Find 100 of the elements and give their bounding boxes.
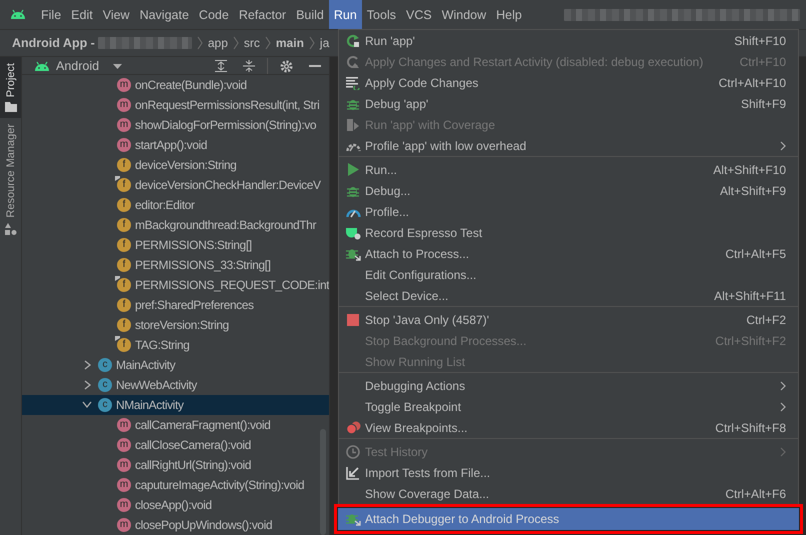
menu-bar-item[interactable]: Refactor bbox=[234, 0, 292, 29]
method-icon: m bbox=[117, 118, 131, 132]
shortcut-label: Ctrl+Shift+F8 bbox=[715, 420, 786, 434]
shortcut-label: Alt+Shift+F11 bbox=[714, 288, 786, 302]
bug-arrow-icon bbox=[346, 512, 360, 526]
menu-item[interactable]: Stop 'Java Only (4587)' Ctrl+F2 bbox=[339, 309, 798, 330]
android-icon bbox=[10, 9, 26, 20]
menu-bar-item[interactable]: Help bbox=[491, 0, 527, 29]
method-icon: m bbox=[117, 478, 131, 492]
tree-item-label: startApp():void bbox=[135, 138, 208, 152]
breadcrumb-item[interactable]: app bbox=[208, 36, 228, 50]
tree-item-label: callRightUrl(String):void bbox=[135, 458, 252, 472]
chevron-icon bbox=[264, 36, 271, 50]
menu-bar-item[interactable]: Tools bbox=[362, 0, 401, 29]
play-icon bbox=[347, 163, 359, 176]
stop-icon bbox=[347, 314, 359, 326]
field-icon: f bbox=[117, 318, 131, 332]
collapse-all-icon bbox=[243, 60, 255, 72]
breadcrumb-item[interactable]: src bbox=[244, 36, 260, 50]
method-icon: m bbox=[117, 418, 131, 432]
tree-row[interactable]: c NewWebActivity bbox=[22, 375, 329, 395]
side-tab[interactable]: Project bbox=[0, 57, 21, 118]
menu-item[interactable]: Toggle Breakpoint bbox=[339, 396, 798, 417]
tree-row[interactable]: c MainActivity bbox=[22, 355, 329, 375]
tree-item-label: showDialogForPermission(String):vo bbox=[135, 118, 316, 132]
menu-item[interactable]: Profile... bbox=[339, 201, 798, 222]
field-icon: f bbox=[117, 218, 131, 232]
tree-item-label: onRequestPermissionsResult(int, Stri bbox=[135, 98, 320, 112]
method-icon: m bbox=[117, 498, 131, 512]
minimize-icon bbox=[309, 65, 321, 67]
shortcut-label: Ctrl+F2 bbox=[746, 312, 786, 326]
shortcut-label: Ctrl+Alt+F6 bbox=[725, 486, 786, 500]
tree-item-label: storeVersion:String bbox=[135, 318, 229, 332]
menu-bar-item[interactable]: Build bbox=[291, 0, 329, 29]
tree-item-label: closeApp():void bbox=[135, 498, 212, 512]
menu-item[interactable]: Run 'app' Shift+F10 bbox=[339, 30, 798, 51]
menu-item[interactable]: Select Device... Alt+Shift+F11 bbox=[339, 285, 798, 306]
chevron-icon bbox=[308, 36, 315, 50]
menu-item[interactable]: Profile 'app' with low overhead bbox=[339, 135, 798, 156]
breadcrumb-item[interactable]: main bbox=[276, 36, 304, 50]
menu-bar-item[interactable]: Run bbox=[328, 0, 362, 29]
menu-item[interactable]: Edit Configurations... bbox=[339, 264, 798, 285]
shapes-icon bbox=[4, 222, 16, 235]
restart-icon bbox=[346, 54, 360, 68]
breakpoints-icon bbox=[346, 421, 360, 434]
field-icon: f bbox=[117, 238, 131, 252]
menu-item[interactable]: Run... Alt+Shift+F10 bbox=[339, 159, 798, 180]
coverage-icon bbox=[346, 118, 360, 132]
shortcut-label: Alt+Shift+F10 bbox=[713, 162, 786, 176]
menu-item[interactable]: Debug... Alt+Shift+F9 bbox=[339, 180, 798, 201]
settings-icon bbox=[280, 60, 293, 72]
method-icon: m bbox=[117, 518, 131, 532]
class-icon: c bbox=[98, 358, 112, 372]
method-icon: m bbox=[117, 438, 131, 452]
import-icon bbox=[346, 466, 360, 480]
menu-bar-item[interactable]: Code bbox=[194, 0, 234, 29]
method-icon: m bbox=[117, 78, 131, 92]
menu-bar-item[interactable]: Window bbox=[436, 0, 492, 29]
code-changes-icon bbox=[346, 76, 360, 90]
menu-bar-item[interactable]: Edit bbox=[66, 0, 98, 29]
menu-item[interactable]: Record Espresso Test bbox=[339, 222, 798, 243]
menu-bar-item[interactable]: VCS bbox=[400, 0, 437, 29]
tree-row[interactable]: c NMainActivity bbox=[22, 395, 329, 415]
shortcut-label: Ctrl+F10 bbox=[740, 54, 786, 68]
chevron-icon bbox=[196, 36, 203, 50]
method-icon: m bbox=[117, 458, 131, 472]
menu-item[interactable]: Attach to Process... Ctrl+Alt+F5 bbox=[339, 243, 798, 264]
bug-arrow-icon bbox=[346, 246, 360, 260]
menu-item[interactable]: Debugging Actions bbox=[339, 375, 798, 396]
menu-item[interactable]: Attach Debugger to Android Process bbox=[334, 504, 803, 534]
menu-item[interactable]: Debug 'app' Shift+F9 bbox=[339, 93, 798, 114]
view-selector[interactable]: Android bbox=[56, 59, 100, 73]
tree-item-label: TAG:String bbox=[135, 338, 190, 352]
menu-bar-item[interactable]: Navigate bbox=[134, 0, 194, 29]
tree-item-label: onCreate(Bundle):void bbox=[135, 78, 247, 92]
breadcrumb-item[interactable]: ja bbox=[320, 36, 330, 50]
clock-icon bbox=[346, 444, 360, 458]
tree-item-label: pref:SharedPreferences bbox=[135, 298, 254, 312]
menu-item[interactable]: View Breakpoints... Ctrl+Shift+F8 bbox=[339, 417, 798, 438]
android-icon bbox=[34, 60, 50, 72]
side-tab[interactable]: Resource Manager bbox=[0, 118, 21, 241]
expand-all-icon bbox=[215, 60, 227, 72]
tree-item-label: callCloseCamera():void bbox=[135, 438, 251, 452]
field-icon: f bbox=[117, 298, 131, 312]
field-icon: f bbox=[117, 158, 131, 172]
menu-item[interactable]: Apply Code Changes Ctrl+Alt+F10 bbox=[339, 72, 798, 93]
field-icon: f bbox=[117, 178, 131, 192]
tree-item-label: callCameraFragment():void bbox=[135, 418, 270, 432]
method-icon: m bbox=[117, 98, 131, 112]
menu-bar-item[interactable]: View bbox=[98, 0, 135, 29]
tree-item-label: PERMISSIONS_REQUEST_CODE:int bbox=[135, 278, 329, 292]
tree-item-label: closePopUpWindows():void bbox=[135, 518, 272, 532]
field-icon: f bbox=[117, 338, 131, 352]
field-icon: f bbox=[117, 198, 131, 212]
menu-item[interactable]: Import Tests from File... bbox=[339, 462, 798, 483]
menu-item[interactable]: Show Coverage Data... Ctrl+Alt+F6 bbox=[339, 483, 798, 504]
class-icon: c bbox=[98, 398, 112, 412]
shortcut-label: Shift+F9 bbox=[740, 96, 786, 110]
field-icon: f bbox=[117, 278, 131, 292]
menu-bar-item[interactable]: File bbox=[36, 0, 66, 29]
